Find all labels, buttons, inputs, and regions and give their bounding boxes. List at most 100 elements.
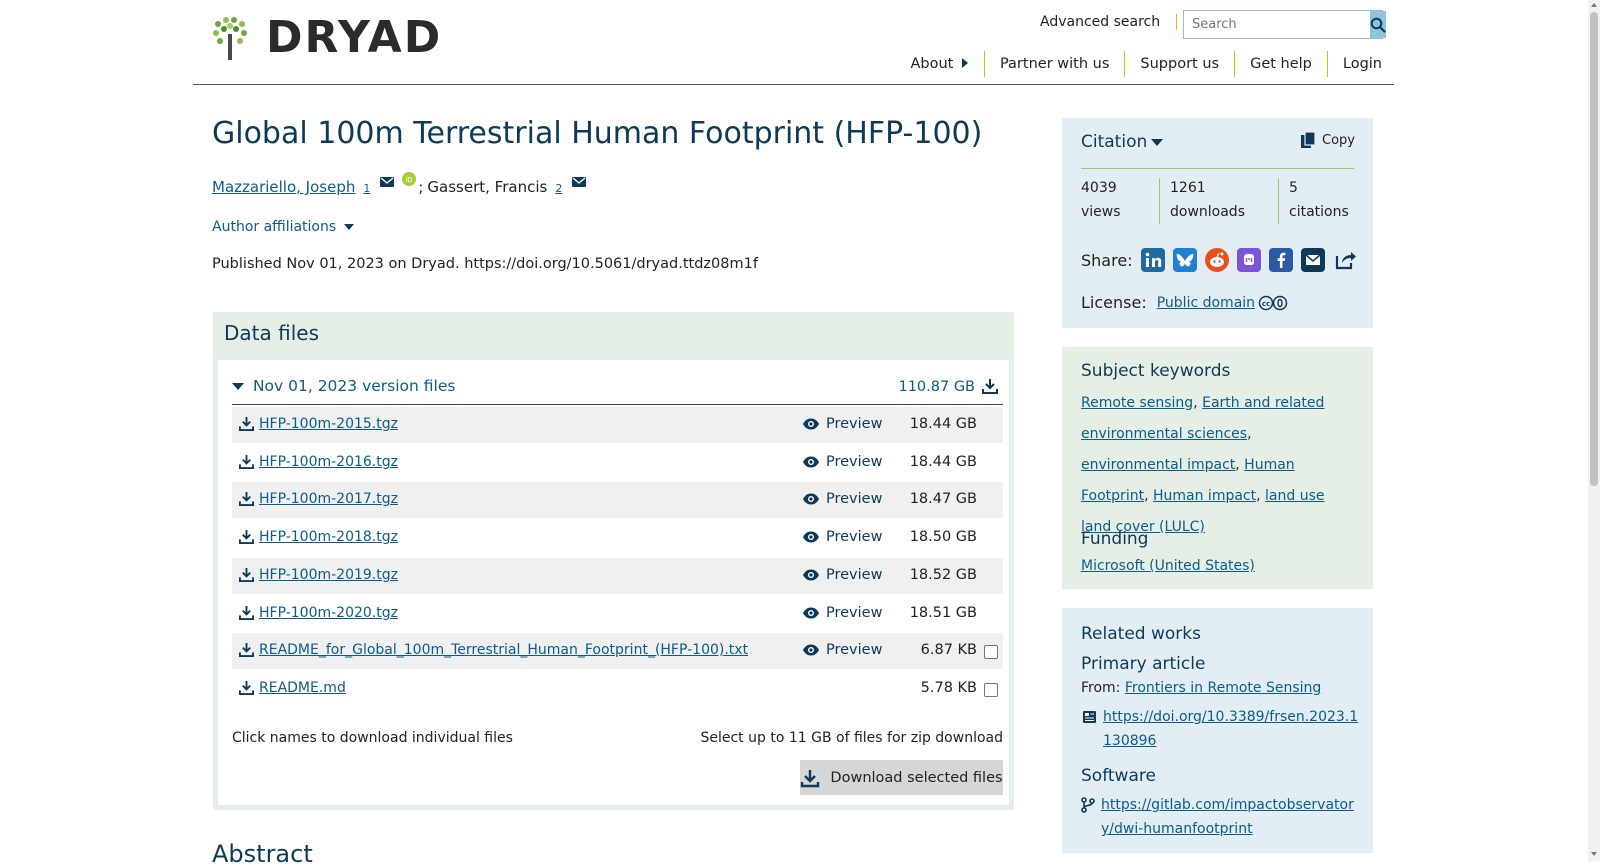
svg-text:iD: iD	[406, 176, 413, 184]
share-row: Share:	[1081, 248, 1357, 272]
views-count: 4039	[1081, 180, 1117, 196]
share-icon[interactable]	[1333, 248, 1357, 272]
email-icon[interactable]	[380, 176, 395, 188]
download-selected-button[interactable]: Download selected files	[800, 760, 1003, 795]
nav-about[interactable]: About	[895, 51, 983, 77]
file-name-link[interactable]: HFP-100m-2017.tgz	[259, 491, 398, 507]
version-toggle[interactable]: Nov 01, 2023 version files	[232, 377, 455, 395]
download-selected-label: Download selected files	[830, 769, 1003, 786]
author-list: Mazzariello, Joseph 1 iD ; Gassert, Fran…	[212, 172, 594, 196]
keyword-link[interactable]: environmental impact	[1081, 457, 1235, 473]
file-select-checkbox[interactable]	[984, 683, 998, 697]
reddit-icon[interactable]	[1204, 248, 1229, 272]
scroll-up-arrow[interactable]	[1591, 3, 1597, 7]
version-header[interactable]: Nov 01, 2023 version files 110.87 GB	[232, 374, 1003, 405]
version-size: 110.87 GB	[898, 379, 975, 395]
preview-button[interactable]: Preview	[802, 642, 882, 658]
orcid-icon[interactable]: iD	[402, 172, 417, 186]
preview-label: Preview	[826, 605, 883, 621]
file-name-link[interactable]: HFP-100m-2018.tgz	[259, 529, 398, 545]
download-icon[interactable]	[239, 567, 254, 582]
preview-button[interactable]: Preview	[802, 567, 882, 583]
author-affiliations-toggle[interactable]: Author affiliations	[212, 219, 354, 235]
primary-doi-link[interactable]: https://doi.org/10.3389/frsen.2023.11308…	[1103, 705, 1359, 753]
citation-divider	[1081, 168, 1354, 169]
scroll-down-arrow[interactable]	[1591, 852, 1597, 856]
nav-support[interactable]: Support us	[1124, 51, 1234, 77]
preview-button[interactable]: Preview	[802, 416, 882, 432]
file-row: HFP-100m-2017.tgz Preview 18.47 GB	[232, 482, 1003, 518]
preview-label: Preview	[826, 529, 883, 545]
file-name-link[interactable]: README.md	[259, 680, 346, 696]
software-title: Software	[1081, 766, 1156, 786]
file-name-link[interactable]: HFP-100m-2019.tgz	[259, 567, 398, 583]
eye-icon	[803, 644, 819, 656]
download-icon[interactable]	[239, 680, 254, 695]
main-nav: About Partner with us Support us Get hel…	[895, 51, 1382, 77]
download-icon[interactable]	[239, 491, 254, 506]
published-doi: Published Nov 01, 2023 on Dryad. https:/…	[212, 256, 758, 272]
journal-link[interactable]: Frontiers in Remote Sensing	[1125, 680, 1321, 696]
preview-label: Preview	[826, 567, 883, 583]
keyword-link[interactable]: Remote sensing	[1081, 395, 1193, 411]
affiliation-ref[interactable]: 1	[363, 182, 370, 195]
related-works-panel: Related works Primary article From: Fron…	[1062, 608, 1373, 853]
file-size: 18.47 GB	[909, 491, 977, 507]
search-input[interactable]	[1184, 11, 1370, 38]
bluesky-icon[interactable]	[1172, 248, 1197, 272]
eye-icon	[803, 531, 819, 543]
preview-button[interactable]: Preview	[802, 529, 882, 545]
preview-button[interactable]: Preview	[802, 454, 882, 470]
linkedin-icon[interactable]	[1140, 248, 1165, 272]
citation-toggle[interactable]: Citation	[1081, 132, 1164, 152]
software-link-row: https://gitlab.com/impactobservatory/dwi…	[1081, 793, 1361, 841]
download-icon[interactable]	[239, 529, 254, 544]
file-size: 5.78 KB	[920, 680, 977, 696]
download-icon[interactable]	[982, 378, 998, 394]
author-link[interactable]: Mazzariello, Joseph	[212, 178, 355, 196]
file-size: 6.87 KB	[920, 642, 977, 658]
keywords-title: Subject keywords	[1081, 361, 1231, 381]
metric-divider	[1159, 178, 1160, 224]
citations-metric: 5 citations	[1289, 176, 1349, 224]
nav-login[interactable]: Login	[1326, 51, 1382, 77]
preview-button[interactable]: Preview	[802, 605, 882, 621]
eye-icon	[803, 418, 819, 430]
download-icon[interactable]	[239, 642, 254, 657]
citations-count: 5	[1289, 180, 1298, 196]
file-row: HFP-100m-2020.tgz Preview 18.51 GB	[232, 596, 1003, 632]
nav-partner[interactable]: Partner with us	[983, 51, 1124, 77]
file-name-link[interactable]: HFP-100m-2020.tgz	[259, 605, 398, 621]
nav-help[interactable]: Get help	[1234, 51, 1327, 77]
citations-label: citations	[1289, 204, 1349, 220]
search-button[interactable]	[1370, 11, 1386, 38]
advanced-search-link[interactable]: Advanced search	[1040, 14, 1178, 30]
eye-icon	[803, 456, 819, 468]
file-name-link[interactable]: HFP-100m-2016.tgz	[259, 454, 398, 470]
download-icon[interactable]	[239, 416, 254, 431]
facebook-icon[interactable]	[1268, 248, 1293, 272]
page-scrollbar[interactable]	[1588, 0, 1600, 861]
funder-link[interactable]: Microsoft (United States)	[1081, 558, 1255, 574]
copy-citation-button[interactable]: Copy	[1300, 131, 1355, 149]
svg-text:cc: cc	[1262, 300, 1270, 308]
software-link[interactable]: https://gitlab.com/impactobservatory/dwi…	[1101, 793, 1357, 841]
license-link[interactable]: Public domain	[1157, 295, 1255, 311]
data-files-heading: Data files	[224, 321, 319, 345]
header-divider	[193, 84, 1394, 85]
preview-button[interactable]: Preview	[802, 491, 882, 507]
email-icon[interactable]	[572, 176, 587, 188]
from-label: From:	[1081, 680, 1121, 696]
dryad-logo[interactable]: DRYAD	[212, 16, 442, 60]
scroll-thumb[interactable]	[1590, 12, 1598, 486]
affiliation-ref[interactable]: 2	[555, 182, 562, 195]
download-icon	[801, 769, 820, 787]
file-select-checkbox[interactable]	[984, 645, 998, 659]
download-icon[interactable]	[239, 605, 254, 620]
email-share-icon[interactable]	[1300, 248, 1325, 272]
file-name-link[interactable]: HFP-100m-2015.tgz	[259, 416, 398, 432]
keyword-link[interactable]: Human impact	[1153, 488, 1256, 504]
download-icon[interactable]	[239, 454, 254, 469]
file-name-link[interactable]: README_for_Global_100m_Terrestrial_Human…	[259, 642, 748, 658]
mastodon-icon[interactable]	[1236, 248, 1261, 272]
